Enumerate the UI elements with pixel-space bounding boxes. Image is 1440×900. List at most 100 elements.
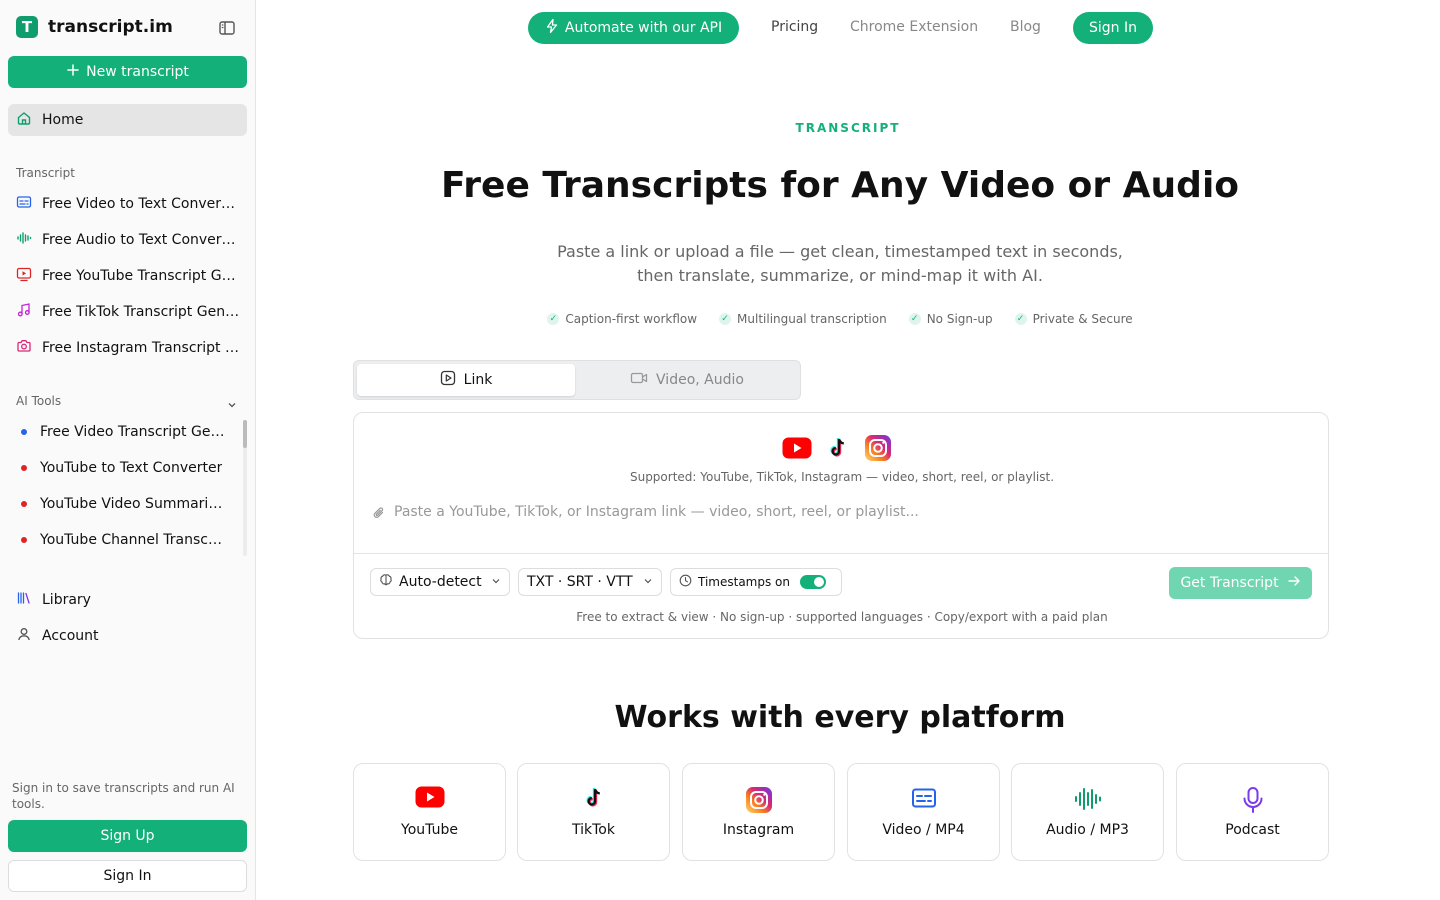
sidebar-item-label: Account [42, 628, 99, 644]
sidebar-item-ai-youtube-to-text[interactable]: YouTube to Text Converter [8, 452, 236, 484]
waveform-icon [1012, 786, 1163, 812]
sidebar-sign-in-button[interactable]: Sign In [8, 860, 247, 892]
paperclip-icon [372, 505, 386, 525]
tab-link[interactable]: Link [357, 364, 575, 396]
platform-card-podcast[interactable]: Podcast [1176, 763, 1329, 861]
tiktok-icon [826, 436, 850, 464]
youtube-icon [354, 786, 505, 808]
brand-logo: T [16, 16, 38, 38]
platform-label: Audio / MP3 [1046, 822, 1129, 838]
instagram-icon [683, 786, 834, 814]
sidebar-item-ai-video-transcript[interactable]: Free Video Transcript Generator [8, 416, 236, 448]
signin-note: Sign in to save transcripts and run AI t… [12, 781, 235, 811]
sidebar: T transcript.im New transcript Home Tran… [0, 0, 256, 900]
platform-card-audio[interactable]: Audio / MP3 [1011, 763, 1164, 861]
video-camera-icon [630, 370, 648, 390]
feature-badges: ✓ Caption-first workflow ✓ Multilingual tr… [256, 312, 1424, 326]
instagram-icon [864, 434, 892, 466]
check-icon: ✓ [547, 313, 560, 325]
music-note-icon [16, 302, 32, 322]
sidebar-item-video-to-text[interactable]: Free Video to Text Converter [8, 188, 247, 220]
sidebar-item-youtube-transcript[interactable]: Free YouTube Transcript Generator [8, 260, 247, 292]
hero-title: Free Transcripts for Any Video or Audio [440, 165, 1240, 206]
timestamps-label: Timestamps on [698, 575, 790, 589]
format-select[interactable]: TXT · SRT · VTT [518, 568, 662, 596]
platform-label: Podcast [1225, 822, 1280, 838]
tiktok-icon [518, 786, 669, 810]
card-divider [354, 553, 1328, 554]
user-icon [16, 626, 32, 646]
timestamps-toggle[interactable]: Timestamps on [670, 568, 842, 596]
pricing-link[interactable]: Pricing [771, 19, 818, 35]
top-sign-in-button[interactable]: Sign In [1073, 12, 1153, 44]
hero-eyebrow: TRANSCRIPT [795, 121, 901, 135]
check-icon: ✓ [1014, 313, 1027, 325]
platform-card-video[interactable]: Video / MP4 [847, 763, 1000, 861]
brain-icon [379, 573, 393, 591]
sidebar-item-tiktok-transcript[interactable]: Free TikTok Transcript Generator [8, 296, 247, 328]
microphone-icon [1177, 786, 1328, 814]
feature-badge: ✓ Multilingual transcription [719, 312, 887, 326]
sidebar-toggle-icon[interactable] [218, 19, 236, 37]
chrome-extension-link[interactable]: Chrome Extension [850, 19, 978, 35]
clock-icon [679, 574, 692, 590]
sidebar-item-ai-youtube-channel[interactable]: YouTube Channel Transcript [8, 524, 236, 556]
youtube-icon [16, 266, 32, 286]
chevron-down-icon[interactable] [226, 396, 238, 415]
automate-api-button[interactable]: Automate with our API [528, 12, 739, 44]
hero-subtitle: Paste a link or upload a file — get clea… [557, 242, 1123, 285]
check-icon: ✓ [908, 313, 921, 325]
check-icon: ✓ [719, 313, 732, 325]
language-select[interactable]: Auto-detect [370, 568, 510, 596]
link-input[interactable] [394, 501, 1294, 523]
sidebar-item-library[interactable]: Library [8, 584, 247, 616]
library-icon [16, 590, 32, 610]
dot-icon [21, 429, 27, 435]
sidebar-item-ai-youtube-summarizer[interactable]: YouTube Video Summarizer [8, 488, 236, 520]
platform-card-instagram[interactable]: Instagram [682, 763, 835, 861]
platforms-title: Works with every platform [614, 700, 1066, 735]
new-transcript-button[interactable]: New transcript [8, 56, 247, 88]
sidebar-item-label: Free TikTok Transcript Generator [42, 304, 240, 320]
new-transcript-label: New transcript [86, 64, 189, 80]
feature-badge-label: Multilingual transcription [737, 312, 887, 326]
chevron-down-icon [643, 574, 653, 590]
subtitles-icon [848, 786, 999, 810]
transcript-section-label: Transcript [16, 166, 75, 180]
brand-name: transcript.im [48, 17, 173, 37]
brand[interactable]: T transcript.im [16, 16, 173, 38]
feature-badge: ✓ Caption-first workflow [547, 312, 697, 326]
transcript-input-card: Supported: YouTube, TikTok, Instagram — … [353, 412, 1329, 639]
sign-up-button[interactable]: Sign Up [8, 820, 247, 852]
tab-video-audio-label: Video, Audio [656, 372, 744, 388]
sidebar-item-label: Free Video Transcript Generator [40, 424, 226, 440]
feature-badge: ✓ No Sign-up [908, 312, 993, 326]
dot-icon [21, 537, 27, 543]
arrow-right-icon [1287, 574, 1301, 592]
chevron-down-icon [491, 574, 501, 590]
sidebar-item-audio-to-text[interactable]: Free Audio to Text Converter [8, 224, 247, 256]
sidebar-item-label: Free YouTube Transcript Generator [42, 268, 240, 284]
feature-badge-label: Caption-first workflow [565, 312, 698, 326]
sidebar-item-label: Free Audio to Text Converter [42, 232, 240, 248]
sidebar-item-label: Free Video to Text Converter [42, 196, 240, 212]
platform-card-youtube[interactable]: YouTube [353, 763, 506, 861]
sidebar-item-label: Free Instagram Transcript Generator [42, 340, 240, 356]
platform-label: TikTok [572, 822, 615, 838]
platform-card-tiktok[interactable]: TikTok [517, 763, 670, 861]
sidebar-item-label: Library [42, 592, 91, 608]
sidebar-item-account[interactable]: Account [8, 620, 247, 652]
language-select-value: Auto-detect [399, 574, 482, 590]
sidebar-item-label: YouTube Video Summarizer [40, 496, 226, 512]
feature-badge-label: No Sign-up [926, 312, 993, 326]
dot-icon [21, 465, 27, 471]
tab-video-audio[interactable]: Video, Audio [578, 364, 796, 396]
platform-label: Video / MP4 [882, 822, 965, 838]
get-transcript-button[interactable]: Get Transcript [1169, 567, 1312, 599]
get-transcript-label: Get Transcript [1180, 575, 1279, 591]
sidebar-item-instagram-transcript[interactable]: Free Instagram Transcript Generator [8, 332, 247, 364]
ai-tools-scroll-thumb[interactable] [243, 420, 247, 448]
timestamps-switch[interactable] [800, 575, 826, 589]
blog-link[interactable]: Blog [1010, 19, 1041, 35]
format-select-value: TXT · SRT · VTT [527, 574, 633, 590]
